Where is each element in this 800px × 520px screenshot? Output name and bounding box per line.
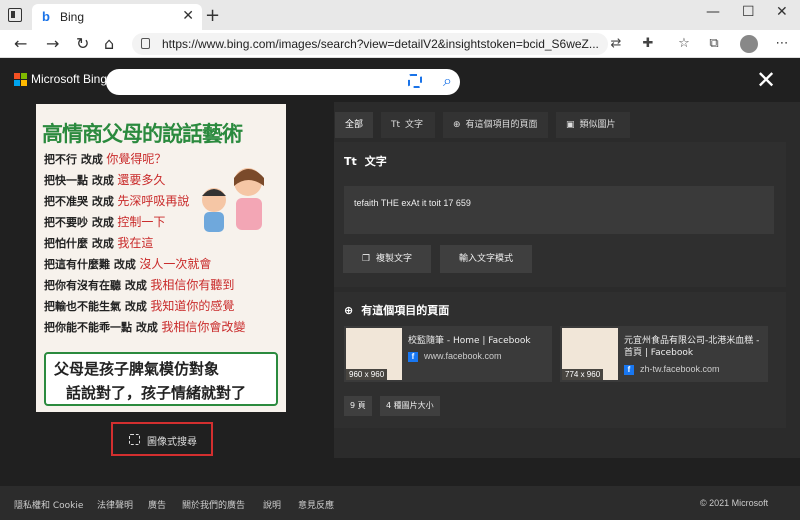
image-bottom-line2: 話說對了，孩子情緒就對了 bbox=[66, 384, 247, 402]
thumbnail-dims: 774 x 960 bbox=[562, 369, 604, 380]
footer-link-about-ads[interactable]: 關於我們的廣告 bbox=[182, 498, 245, 511]
image-sizes-chip[interactable]: 4 種圖片大小 bbox=[380, 396, 440, 416]
pages-section-title: ⊕ 有這個項目的頁面 bbox=[344, 304, 450, 317]
search-icon[interactable]: ⌕ bbox=[443, 71, 452, 91]
copy-text-button[interactable]: ❐ 複製文字 bbox=[343, 245, 431, 273]
footer-copyright: © 2021 Microsoft bbox=[700, 498, 769, 508]
browser-tab-title: Bing bbox=[60, 10, 85, 24]
footer-link-ads[interactable]: 廣告 bbox=[148, 498, 166, 511]
close-tab-icon[interactable]: ✕ bbox=[182, 8, 194, 24]
footer-link-privacy[interactable]: 隱私權和 Cookie bbox=[14, 498, 83, 511]
visual-search-icon[interactable] bbox=[408, 74, 422, 88]
page-domain: f zh-tw.facebook.com bbox=[624, 364, 720, 375]
image-row: 把你能不能乖一點 改成 我相信你會改變 bbox=[44, 320, 246, 334]
browser-tab[interactable]: b Bing ✕ bbox=[32, 4, 202, 30]
page-title: 元宜州食品有限公司-北港米血糕 - 首頁 | Facebook bbox=[624, 336, 760, 358]
new-tab-icon[interactable]: + bbox=[205, 5, 220, 26]
facebook-icon: f bbox=[408, 352, 418, 362]
pages-count-chip[interactable]: 9 頁 bbox=[344, 396, 372, 416]
footer-link-feedback[interactable]: 意見反應 bbox=[298, 498, 334, 511]
tab-all[interactable]: 全部 bbox=[335, 112, 373, 138]
footer-link-help[interactable]: 說明 bbox=[263, 498, 281, 511]
favorites-icon[interactable]: ☆ bbox=[676, 36, 692, 52]
tab-pages[interactable]: ⊕ 有這個項目的頁面 bbox=[443, 112, 548, 138]
page-result-item[interactable]: 774 x 960 元宜州食品有限公司-北港米血糕 - 首頁 | Faceboo… bbox=[560, 326, 768, 382]
back-icon[interactable]: ← bbox=[14, 34, 27, 53]
image-row: 把輸也不能生氣 改成 我知道你的感覺 bbox=[44, 299, 235, 313]
lock-icon bbox=[141, 38, 150, 49]
text-mode-button[interactable]: 輸入文字模式 bbox=[440, 245, 532, 273]
profile-avatar[interactable] bbox=[740, 35, 758, 53]
pane-divider bbox=[320, 102, 334, 458]
url-bar[interactable]: https://www.bing.com/images/search?view=… bbox=[132, 33, 608, 55]
refresh-icon[interactable]: ↻ bbox=[76, 34, 89, 53]
ocr-text-box[interactable]: tefaith THE exAt it toit 17 659 bbox=[344, 186, 774, 234]
logo-text: Microsoft Bing bbox=[31, 72, 108, 86]
image-row: 把不要吵 改成 控制一下 bbox=[44, 215, 166, 229]
visual-search-label: 圖像式搜尋 bbox=[147, 437, 197, 448]
image-row: 把快一點 改成 還要多久 bbox=[44, 173, 166, 187]
tab-similar-images[interactable]: ▣ 類似圖片 bbox=[556, 112, 630, 138]
image-icon: ▣ bbox=[566, 120, 575, 130]
image-row: 把這有什麼難 改成 沒人一次就會 bbox=[44, 257, 212, 271]
facebook-icon: f bbox=[624, 365, 634, 375]
close-window-icon[interactable]: ✕ bbox=[776, 4, 788, 20]
page-footer: 隱私權和 Cookie 法律聲明 廣告 關於我們的廣告 說明 意見反應 © 20… bbox=[0, 486, 800, 520]
image-row: 把你有沒有在聽 改成 我相信你有聽到 bbox=[44, 278, 235, 292]
more-menu-icon[interactable]: ⋯ bbox=[774, 36, 790, 52]
tab-text[interactable]: Tt 文字 bbox=[381, 112, 435, 138]
minimize-icon[interactable]: — bbox=[706, 4, 720, 20]
text-section-title: Tt 文字 bbox=[344, 155, 387, 168]
ocr-text: tefaith THE exAt it toit 17 659 bbox=[354, 198, 471, 208]
url-text: https://www.bing.com/images/search?view=… bbox=[162, 37, 599, 51]
browser-tab-strip: b Bing ✕ + — ☐ ✕ bbox=[0, 0, 800, 30]
pages-icon: ⊕ bbox=[344, 304, 354, 317]
page-result-item[interactable]: 960 x 960 校監隨筆 - Home | Facebook f www.fa… bbox=[344, 326, 552, 382]
pages-icon: ⊕ bbox=[453, 120, 461, 130]
forward-icon[interactable]: → bbox=[46, 34, 59, 53]
visual-search-icon bbox=[129, 434, 140, 445]
visual-search-button[interactable]: 圖像式搜尋 bbox=[111, 422, 213, 456]
image-row: 把不准哭 改成 先深呼吸再說 bbox=[44, 194, 190, 208]
text-icon: Tt bbox=[391, 120, 401, 130]
address-toolbar: ← → ↻ ⌂ https://www.bing.com/images/sear… bbox=[0, 30, 800, 58]
home-icon[interactable]: ⌂ bbox=[104, 34, 114, 53]
page-domain: f www.facebook.com bbox=[408, 351, 502, 362]
tab-actions-icon[interactable] bbox=[8, 8, 22, 22]
close-viewer-icon[interactable]: ✕ bbox=[756, 66, 776, 94]
translate-icon[interactable]: ⇄ bbox=[608, 36, 624, 52]
text-icon: Tt bbox=[344, 155, 357, 168]
bing-header: Microsoft Bing ⌕ bbox=[0, 58, 800, 102]
image-bottom-box: 父母是孩子脾氣模仿對象 話說對了，孩子情緒就對了 bbox=[44, 352, 278, 406]
image-row: 把怕什麼 改成 我在這 bbox=[44, 236, 154, 250]
maximize-icon[interactable]: ☐ bbox=[742, 4, 755, 20]
collections-icon[interactable]: ⧉ bbox=[706, 36, 722, 52]
footer-link-legal[interactable]: 法律聲明 bbox=[97, 498, 133, 511]
illustration-people bbox=[202, 168, 264, 232]
image-row: 把不行 改成 你覺得呢？ bbox=[44, 152, 167, 166]
image-bottom-line1: 父母是孩子脾氣模仿對象 bbox=[54, 360, 220, 378]
main-image[interactable]: 高情商父母的說話藝術 把不行 改成 你覺得呢？ 把快一點 改成 還要多久 把不准… bbox=[36, 104, 286, 412]
image-headline: 高情商父母的說話藝術 bbox=[42, 122, 243, 146]
content-bottom-gap bbox=[0, 458, 800, 486]
copy-icon: ❐ bbox=[361, 254, 371, 264]
search-box[interactable]: ⌕ bbox=[106, 69, 460, 95]
thumbnail-dims: 960 x 960 bbox=[346, 369, 388, 380]
bing-favicon-icon: b bbox=[42, 9, 50, 24]
extensions-icon[interactable]: ✚ bbox=[640, 36, 656, 52]
page-title: 校監隨筆 - Home | Facebook bbox=[408, 336, 531, 346]
